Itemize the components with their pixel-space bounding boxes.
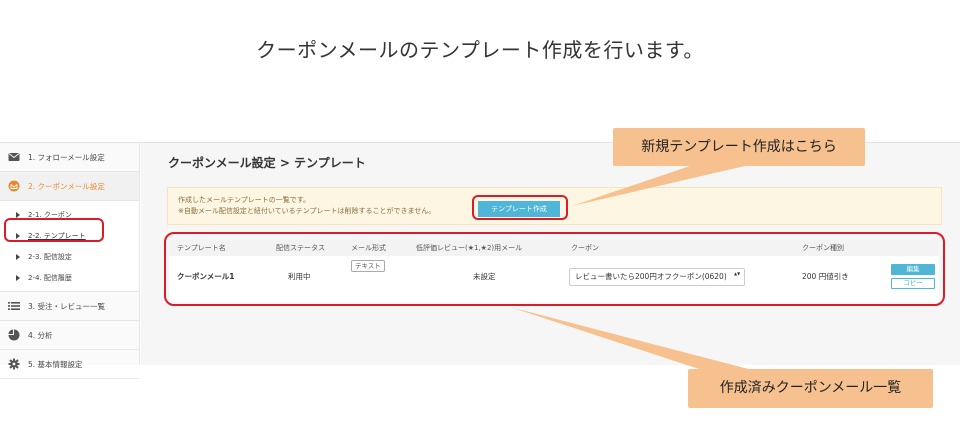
callout-template-list: 作成済みクーポンメール一覧 (688, 369, 933, 408)
callout-bottom-pointer (510, 307, 760, 372)
callout-top-pointer (572, 166, 745, 206)
callout-new-template: 新規テンプレート作成はこちら (613, 128, 865, 166)
